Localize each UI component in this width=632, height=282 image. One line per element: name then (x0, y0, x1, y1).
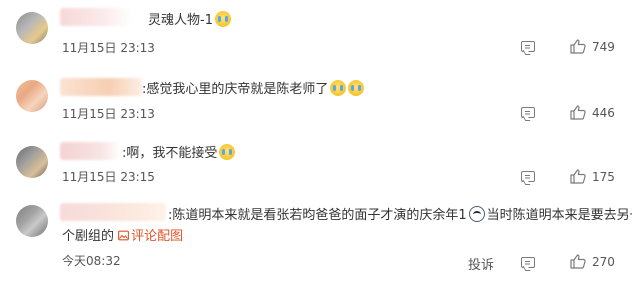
comment-content-continued: 当时陈道明本来是要去另一 (486, 208, 632, 223)
avatar[interactable] (16, 146, 48, 178)
comment-icon (521, 257, 535, 268)
avatar[interactable] (16, 205, 48, 237)
avatar[interactable] (16, 12, 48, 44)
like-count: 270 (592, 254, 615, 269)
comment-time: 11月15日 23:13 (62, 107, 155, 121)
like-count: 175 (592, 169, 615, 184)
like-count: 749 (592, 39, 615, 54)
thumbs-up-icon (570, 39, 586, 54)
comment-content: 陈道明本来就是看张若昀爸爸的面子才演的庆余年1 (172, 208, 467, 223)
crying-emoji-icon (330, 80, 347, 96)
comment-time: 11月15日 23:13 (62, 41, 155, 55)
comment-text-line2: 个剧组的 评论配图 (62, 228, 183, 246)
comment-content: 啊，我不能接受 (126, 146, 218, 161)
crying-emoji-icon (348, 80, 365, 96)
username-blurred[interactable] (60, 78, 142, 96)
comment-time: 11月15日 23:15 (62, 170, 155, 184)
crying-emoji-icon (214, 11, 231, 27)
comment-content-line2: 个剧组的 (62, 229, 115, 244)
like-button[interactable]: 446 (570, 105, 615, 120)
username-blurred[interactable] (60, 203, 166, 221)
like-button[interactable]: 175 (570, 169, 615, 184)
image-link[interactable]: 评论配图 (118, 229, 183, 244)
username-blurred[interactable] (60, 8, 132, 26)
thumbs-up-icon (570, 254, 586, 269)
username-blurred[interactable] (60, 142, 120, 160)
image-icon (118, 230, 130, 241)
reply-button[interactable] (521, 41, 535, 52)
reply-button[interactable] (521, 107, 535, 118)
like-count: 446 (592, 105, 615, 120)
comment-time: 今天08:32 (62, 254, 121, 268)
comment-content: 灵魂人物-1 (148, 13, 213, 28)
comment-content: 感觉我心里的庆帝就是陈老师了 (146, 82, 329, 97)
comment-icon (521, 107, 535, 118)
thumbs-up-icon (570, 169, 586, 184)
comment-text: :感觉我心里的庆帝就是陈老师了 (142, 80, 365, 99)
thumbs-up-icon (570, 105, 586, 120)
like-button[interactable]: 270 (570, 254, 615, 269)
image-link-label: 评论配图 (131, 229, 184, 244)
reply-button[interactable] (521, 257, 535, 268)
face-emoji-icon (468, 206, 485, 222)
comment-icon (521, 41, 535, 52)
crying-emoji-icon (219, 144, 236, 160)
report-button[interactable]: 投诉 (468, 254, 494, 273)
reply-button[interactable] (521, 171, 535, 182)
avatar[interactable] (16, 80, 48, 112)
comment-text: :陈道明本来就是看张若昀爸爸的面子才演的庆余年1 当时陈道明本来是要去另一 (168, 206, 632, 225)
comment-text: 灵魂人物-1 (148, 11, 231, 30)
like-button[interactable]: 749 (570, 39, 615, 54)
comment-icon (521, 171, 535, 182)
comment-text: :啊，我不能接受 (122, 144, 236, 163)
